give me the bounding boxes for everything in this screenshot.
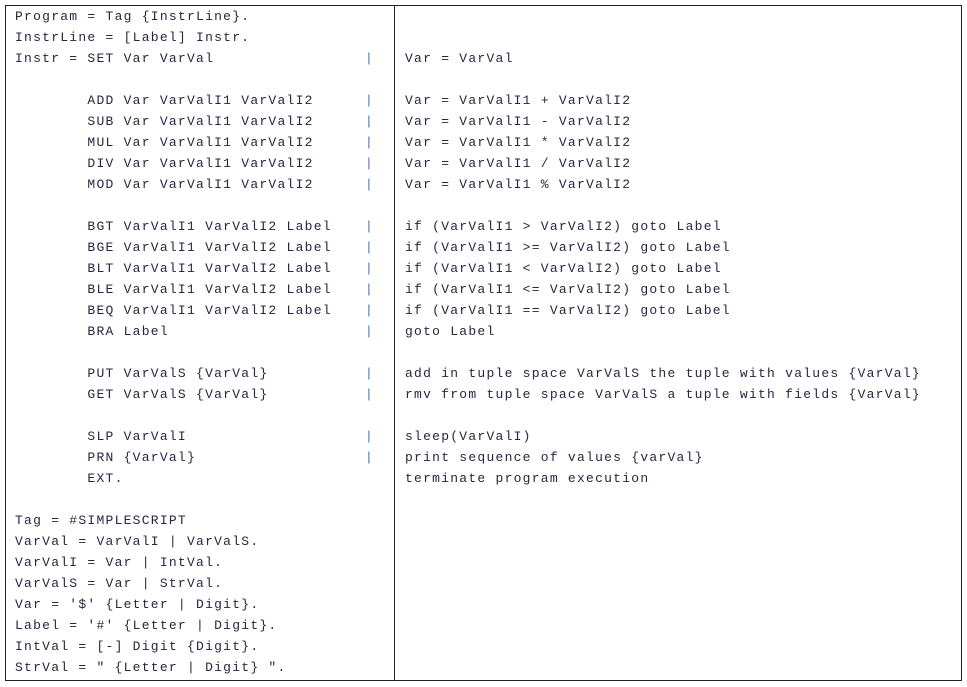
grammar-rule: SUB Var VarValI1 VarValI2	[15, 114, 314, 129]
semantics-description: add in tuple space VarValS the tuple wit…	[405, 366, 921, 381]
alternative-separator: |	[365, 156, 375, 171]
table-row: InstrLine = [Label] Instr.	[6, 27, 961, 48]
alternative-separator: |	[365, 387, 375, 402]
table-row: GET VarValS {VarVal} | rmv from tuple spac…	[6, 384, 961, 405]
table-row: StrVal = " {Letter | Digit} ".	[6, 657, 961, 678]
table-row: ADD Var VarValI1 VarValI2 | Var = VarValI1…	[6, 90, 961, 111]
grammar-rule: InstrLine = [Label] Instr.	[15, 30, 251, 45]
grammar-rule: ADD Var VarValI1 VarValI2	[15, 93, 314, 108]
table-row: EXT. terminate program execution	[6, 468, 961, 489]
table-row	[6, 195, 961, 216]
table-row: Tag = #SIMPLESCRIPT	[6, 510, 961, 531]
alternative-separator: |	[365, 93, 375, 108]
alternative-separator: |	[365, 219, 375, 234]
grammar-rule: BLT VarValI1 VarValI2 Label	[15, 261, 332, 276]
table-row: BGT VarValI1 VarValI2 Label | if (VarValI1…	[6, 216, 961, 237]
table-row: Instr = SET Var VarVal | Var = VarVal	[6, 48, 961, 69]
semantics-description: if (VarValI1 == VarValI2) goto Label	[405, 303, 731, 318]
alternative-separator: |	[365, 177, 375, 192]
grammar-rule: Instr = SET Var VarVal	[15, 51, 215, 66]
grammar-rule: PUT VarValS {VarVal}	[15, 366, 269, 381]
table-row: BLE VarValI1 VarValI2 Label | if (VarValI1…	[6, 279, 961, 300]
grammar-rule: MUL Var VarValI1 VarValI2	[15, 135, 314, 150]
table-row: SUB Var VarValI1 VarValI2 | Var = VarValI1…	[6, 111, 961, 132]
semantics-description: if (VarValI1 >= VarValI2) goto Label	[405, 240, 731, 255]
grammar-rule: EXT.	[15, 471, 124, 486]
grammar-rule: Var = '$' {Letter | Digit}.	[15, 597, 260, 612]
semantics-description: terminate program execution	[405, 471, 650, 486]
semantics-description: goto Label	[405, 324, 496, 339]
alternative-separator: |	[365, 282, 375, 297]
alternative-separator: |	[365, 135, 375, 150]
alternative-separator: |	[365, 324, 375, 339]
grammar-rule: Label = '#' {Letter | Digit}.	[15, 618, 278, 633]
semantics-description: print sequence of values {varVal}	[405, 450, 704, 465]
semantics-description: Var = VarValI1 * VarValI2	[405, 135, 632, 150]
table-row	[6, 69, 961, 90]
table-row: IntVal = [-] Digit {Digit}.	[6, 636, 961, 657]
table-row: PRN {VarVal} | print sequence of values {v…	[6, 447, 961, 468]
semantics-description: Var = VarValI1 / VarValI2	[405, 156, 632, 171]
table-row: DIV Var VarValI1 VarValI2 | Var = VarValI1…	[6, 153, 961, 174]
grammar-rule: PRN {VarVal}	[15, 450, 197, 465]
grammar-rule: VarValI = Var | IntVal.	[15, 555, 224, 570]
grammar-rule: VarValS = Var | StrVal.	[15, 576, 224, 591]
table-row: PUT VarValS {VarVal} | add in tuple space …	[6, 363, 961, 384]
grammar-rule: BEQ VarValI1 VarValI2 Label	[15, 303, 332, 318]
semantics-description: if (VarValI1 <= VarValI2) goto Label	[405, 282, 731, 297]
grammar-rule: StrVal = " {Letter | Digit} ".	[15, 660, 287, 675]
grammar-table: Program = Tag {InstrLine}. InstrLine = [L…	[5, 5, 962, 681]
table-row	[6, 489, 961, 510]
table-row: BGE VarValI1 VarValI2 Label | if (VarValI1…	[6, 237, 961, 258]
alternative-separator: |	[365, 303, 375, 318]
alternative-separator: |	[365, 429, 375, 444]
grammar-rule: BGE VarValI1 VarValI2 Label	[15, 240, 332, 255]
table-row: VarValI = Var | IntVal.	[6, 552, 961, 573]
alternative-separator: |	[365, 51, 375, 66]
alternative-separator: |	[365, 114, 375, 129]
semantics-description: rmv from tuple space VarValS a tuple wit…	[405, 387, 921, 402]
table-row: BRA Label | goto Label	[6, 321, 961, 342]
alternative-separator: |	[365, 450, 375, 465]
grammar-rule: GET VarValS {VarVal}	[15, 387, 269, 402]
grammar-rule: IntVal = [-] Digit {Digit}.	[15, 639, 260, 654]
grammar-rule: MOD Var VarValI1 VarValI2	[15, 177, 314, 192]
grammar-rule: Tag = #SIMPLESCRIPT	[15, 513, 187, 528]
grammar-rule: SLP VarValI	[15, 429, 187, 444]
alternative-separator: |	[365, 240, 375, 255]
grammar-rule: Program = Tag {InstrLine}.	[15, 9, 251, 24]
semantics-description: if (VarValI1 > VarValI2) goto Label	[405, 219, 722, 234]
semantics-description: sleep(VarValI)	[405, 429, 532, 444]
alternative-separator: |	[365, 261, 375, 276]
table-row: Program = Tag {InstrLine}.	[6, 6, 961, 27]
semantics-description: Var = VarValI1 - VarValI2	[405, 114, 632, 129]
grammar-rule: BRA Label	[15, 324, 169, 339]
semantics-description: Var = VarVal	[405, 51, 514, 66]
table-row	[6, 342, 961, 363]
semantics-description: Var = VarValI1 + VarValI2	[405, 93, 632, 108]
grammar-rule: BLE VarValI1 VarValI2 Label	[15, 282, 332, 297]
table-row: BEQ VarValI1 VarValI2 Label | if (VarValI1…	[6, 300, 961, 321]
table-row: VarValS = Var | StrVal.	[6, 573, 961, 594]
grammar-rule: DIV Var VarValI1 VarValI2	[15, 156, 314, 171]
table-row: BLT VarValI1 VarValI2 Label | if (VarValI1…	[6, 258, 961, 279]
table-row: SLP VarValI | sleep(VarValI)	[6, 426, 961, 447]
grammar-rule: BGT VarValI1 VarValI2 Label	[15, 219, 332, 234]
alternative-separator: |	[365, 366, 375, 381]
semantics-description: if (VarValI1 < VarValI2) goto Label	[405, 261, 722, 276]
table-row: Label = '#' {Letter | Digit}.	[6, 615, 961, 636]
semantics-description: Var = VarValI1 % VarValI2	[405, 177, 632, 192]
table-row	[6, 405, 961, 426]
table-row: MOD Var VarValI1 VarValI2 | Var = VarValI1…	[6, 174, 961, 195]
grammar-rule: VarVal = VarValI | VarValS.	[15, 534, 260, 549]
table-row: Var = '$' {Letter | Digit}.	[6, 594, 961, 615]
table-row: MUL Var VarValI1 VarValI2 | Var = VarValI1…	[6, 132, 961, 153]
table-row: VarVal = VarValI | VarValS.	[6, 531, 961, 552]
